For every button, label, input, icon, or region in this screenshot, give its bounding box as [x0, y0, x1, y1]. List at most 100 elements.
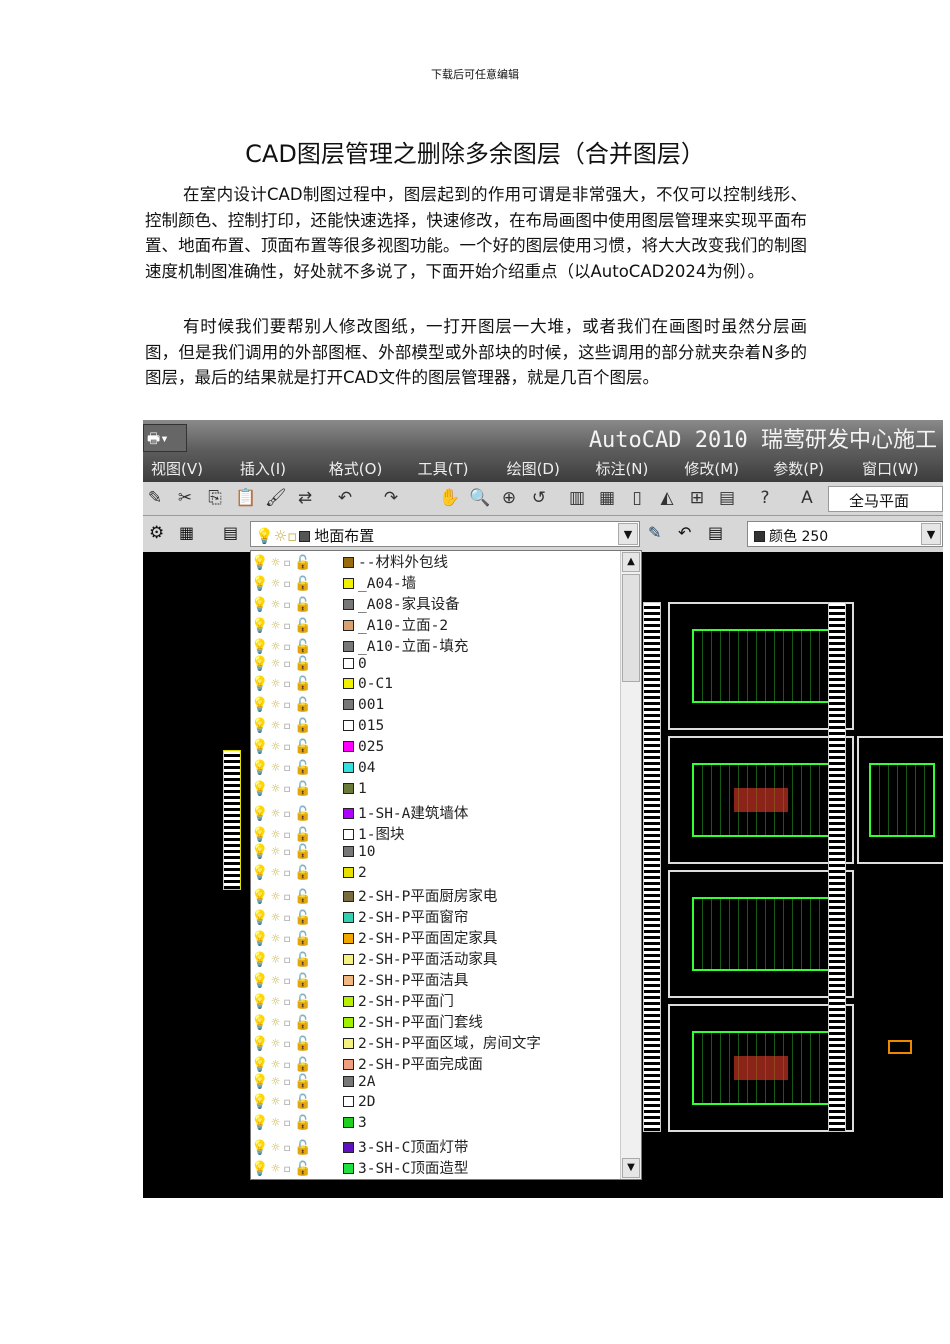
calculator-icon[interactable]: ▤: [717, 488, 737, 508]
layer-row[interactable]: 💡☼▫🔓 2D: [251, 1094, 375, 1115]
layer-color-swatch[interactable]: [343, 720, 354, 732]
layer-state-icons[interactable]: 💡☼▫🔓: [251, 656, 341, 672]
menu-item[interactable]: 工具(T): [410, 452, 499, 482]
layer-color-swatch[interactable]: [343, 933, 354, 945]
print-menu-button[interactable]: 🖶▾: [143, 424, 187, 452]
scrollbar[interactable]: ▲ ▼: [620, 551, 641, 1179]
layer-state-icons[interactable]: 💡☼▫🔓: [251, 639, 341, 655]
layer-state-icons[interactable]: 💡☼▫🔓: [251, 994, 341, 1010]
layer-color-swatch[interactable]: [343, 995, 354, 1007]
layer-row[interactable]: 💡☼▫🔓 2-SH-P平面厨房家电: [251, 885, 497, 906]
layer-color-swatch[interactable]: [343, 1163, 354, 1175]
layer-row[interactable]: 💡☼▫🔓 001: [251, 697, 384, 718]
scrollbar-thumb[interactable]: [622, 574, 640, 682]
layer-row[interactable]: 💡☼▫🔓 --材料外包线: [251, 551, 448, 572]
layer-row[interactable]: 💡☼▫🔓 _A04-墙: [251, 572, 416, 593]
tool-palette-icon[interactable]: ▯: [627, 488, 647, 508]
layer-color-swatch[interactable]: [343, 828, 354, 840]
match-properties-icon[interactable]: 🖌: [265, 488, 287, 508]
layer-color-swatch[interactable]: [343, 619, 354, 631]
text-style-combo[interactable]: 全马平面: [828, 486, 943, 512]
menu-item[interactable]: 参数(P): [765, 452, 854, 482]
design-center-icon[interactable]: ▦: [597, 488, 617, 508]
layer-row[interactable]: 💡☼▫🔓 2A: [251, 1074, 375, 1095]
layer-color-swatch[interactable]: [343, 866, 354, 878]
zoom-previous-icon[interactable]: ↺: [529, 488, 549, 508]
layer-color-swatch[interactable]: [343, 975, 354, 986]
layer-state-icons[interactable]: 💡☼▫🔓: [251, 1094, 341, 1110]
paste-icon[interactable]: 📋: [235, 488, 256, 508]
layer-color-swatch[interactable]: [343, 678, 354, 690]
menu-item[interactable]: 插入(I): [232, 452, 321, 482]
workspace-icon[interactable]: ▦: [179, 523, 194, 542]
zoom-icon[interactable]: 🔍: [469, 488, 490, 508]
layer-row[interactable]: 💡☼▫🔓 0-C1: [251, 676, 393, 697]
menu-item[interactable]: 视图(V): [143, 452, 232, 482]
menu-item[interactable]: 格式(O): [321, 452, 410, 482]
menu-item[interactable]: 标注(N): [587, 452, 676, 482]
layer-state-icons[interactable]: 💡☼▫🔓: [251, 931, 341, 947]
layer-row[interactable]: 💡☼▫🔓 025: [251, 739, 384, 760]
layer-state-icons[interactable]: 💡☼▫🔓: [251, 1140, 341, 1156]
layer-row[interactable]: 💡☼▫🔓 2-SH-P平面洁具: [251, 969, 468, 990]
layer-row[interactable]: 💡☼▫🔓 1-图块: [251, 823, 404, 844]
layer-manager-icon[interactable]: ▤: [223, 523, 238, 542]
layer-row[interactable]: 💡☼▫🔓 2-SH-P平面区域，房间文字: [251, 1032, 541, 1053]
layer-color-swatch[interactable]: [343, 845, 354, 857]
layer-color-swatch[interactable]: [343, 741, 354, 753]
markup-icon[interactable]: ◭: [657, 488, 677, 508]
layer-state-icons[interactable]: 💡☼▫🔓: [251, 844, 341, 860]
layer-state-icons[interactable]: 💡☼▫🔓: [251, 865, 341, 881]
layer-row[interactable]: 💡☼▫🔓 _A10-立面-填充: [251, 635, 468, 656]
gear-icon[interactable]: ⚙: [149, 523, 164, 543]
layer-state-icons[interactable]: 💡☼▫🔓: [251, 1115, 341, 1131]
layer-state-icons[interactable]: 💡☼▫🔓: [251, 739, 341, 755]
chevron-down-icon[interactable]: ▼: [622, 1158, 640, 1178]
chevron-up-icon[interactable]: ▲: [622, 552, 640, 572]
layer-color-swatch[interactable]: [343, 1117, 354, 1129]
layer-color-swatch[interactable]: [343, 1096, 354, 1108]
layer-state-icons[interactable]: 💡☼▫🔓: [251, 806, 341, 822]
layer-state-icons[interactable]: 💡☼▫🔓: [251, 1057, 341, 1073]
layer-state-icons[interactable]: 💡☼▫🔓: [251, 555, 341, 571]
properties-icon[interactable]: ▥: [567, 488, 587, 508]
layer-color-swatch[interactable]: [343, 1037, 354, 1049]
edit-icon[interactable]: ✎: [145, 488, 165, 508]
layer-row[interactable]: 💡☼▫🔓 3-SH-C顶面造型: [251, 1157, 468, 1178]
layer-color-swatch[interactable]: [343, 891, 354, 903]
layer-color-swatch[interactable]: [343, 912, 354, 924]
layer-combo[interactable]: 💡☼▫ 地面布置 ▼: [250, 521, 640, 547]
layer-row[interactable]: 💡☼▫🔓 2: [251, 865, 367, 886]
layer-previous-icon[interactable]: ↶: [678, 523, 691, 542]
layer-state-icons[interactable]: 💡☼▫🔓: [251, 1036, 341, 1052]
layer-state-icons[interactable]: 💡☼▫🔓: [251, 781, 341, 797]
layer-row[interactable]: 💡☼▫🔓 2-SH-P平面固定家具: [251, 927, 497, 948]
layer-color-swatch[interactable]: [343, 557, 354, 568]
layer-state-icon[interactable]: ▤: [708, 523, 723, 542]
layer-state-icons[interactable]: 💡☼▫🔓: [251, 718, 341, 734]
layer-row[interactable]: 💡☼▫🔓 2-SH-P平面活动家具: [251, 948, 497, 969]
pan-icon[interactable]: ✋: [439, 488, 460, 508]
layer-color-swatch[interactable]: [343, 1058, 354, 1070]
layer-state-icons[interactable]: 💡☼▫🔓: [251, 597, 341, 613]
layer-state-icons[interactable]: 💡☼▫🔓: [251, 1074, 341, 1090]
layer-row[interactable]: 💡☼▫🔓 3: [251, 1115, 367, 1136]
layer-row[interactable]: 💡☼▫🔓 2-SH-P平面门: [251, 990, 454, 1011]
layer-color-swatch[interactable]: [343, 807, 354, 819]
chevron-down-icon[interactable]: ▼: [618, 523, 638, 545]
layer-state-icons[interactable]: 💡☼▫🔓: [251, 910, 341, 926]
layer-state-icons[interactable]: 💡☼▫🔓: [251, 973, 341, 989]
layer-row[interactable]: 💡☼▫🔓 0: [251, 656, 367, 677]
color-combo[interactable]: 颜色 250 ▼: [747, 521, 943, 547]
menu-item[interactable]: 绘图(D): [499, 452, 588, 482]
layer-color-swatch[interactable]: [343, 782, 354, 794]
cut-icon[interactable]: ✂: [175, 488, 195, 508]
layer-state-icons[interactable]: 💡☼▫🔓: [251, 697, 341, 713]
menu-item[interactable]: 窗口(W): [854, 452, 943, 482]
layer-color-swatch[interactable]: [343, 954, 354, 966]
layer-color-swatch[interactable]: [343, 699, 354, 711]
layer-state-icons[interactable]: 💡☼▫🔓: [251, 1015, 341, 1031]
layer-state-icons[interactable]: 💡☼▫🔓: [251, 576, 341, 592]
help-icon[interactable]: ?: [755, 488, 775, 508]
zoom-window-icon[interactable]: ⊕: [499, 488, 519, 508]
